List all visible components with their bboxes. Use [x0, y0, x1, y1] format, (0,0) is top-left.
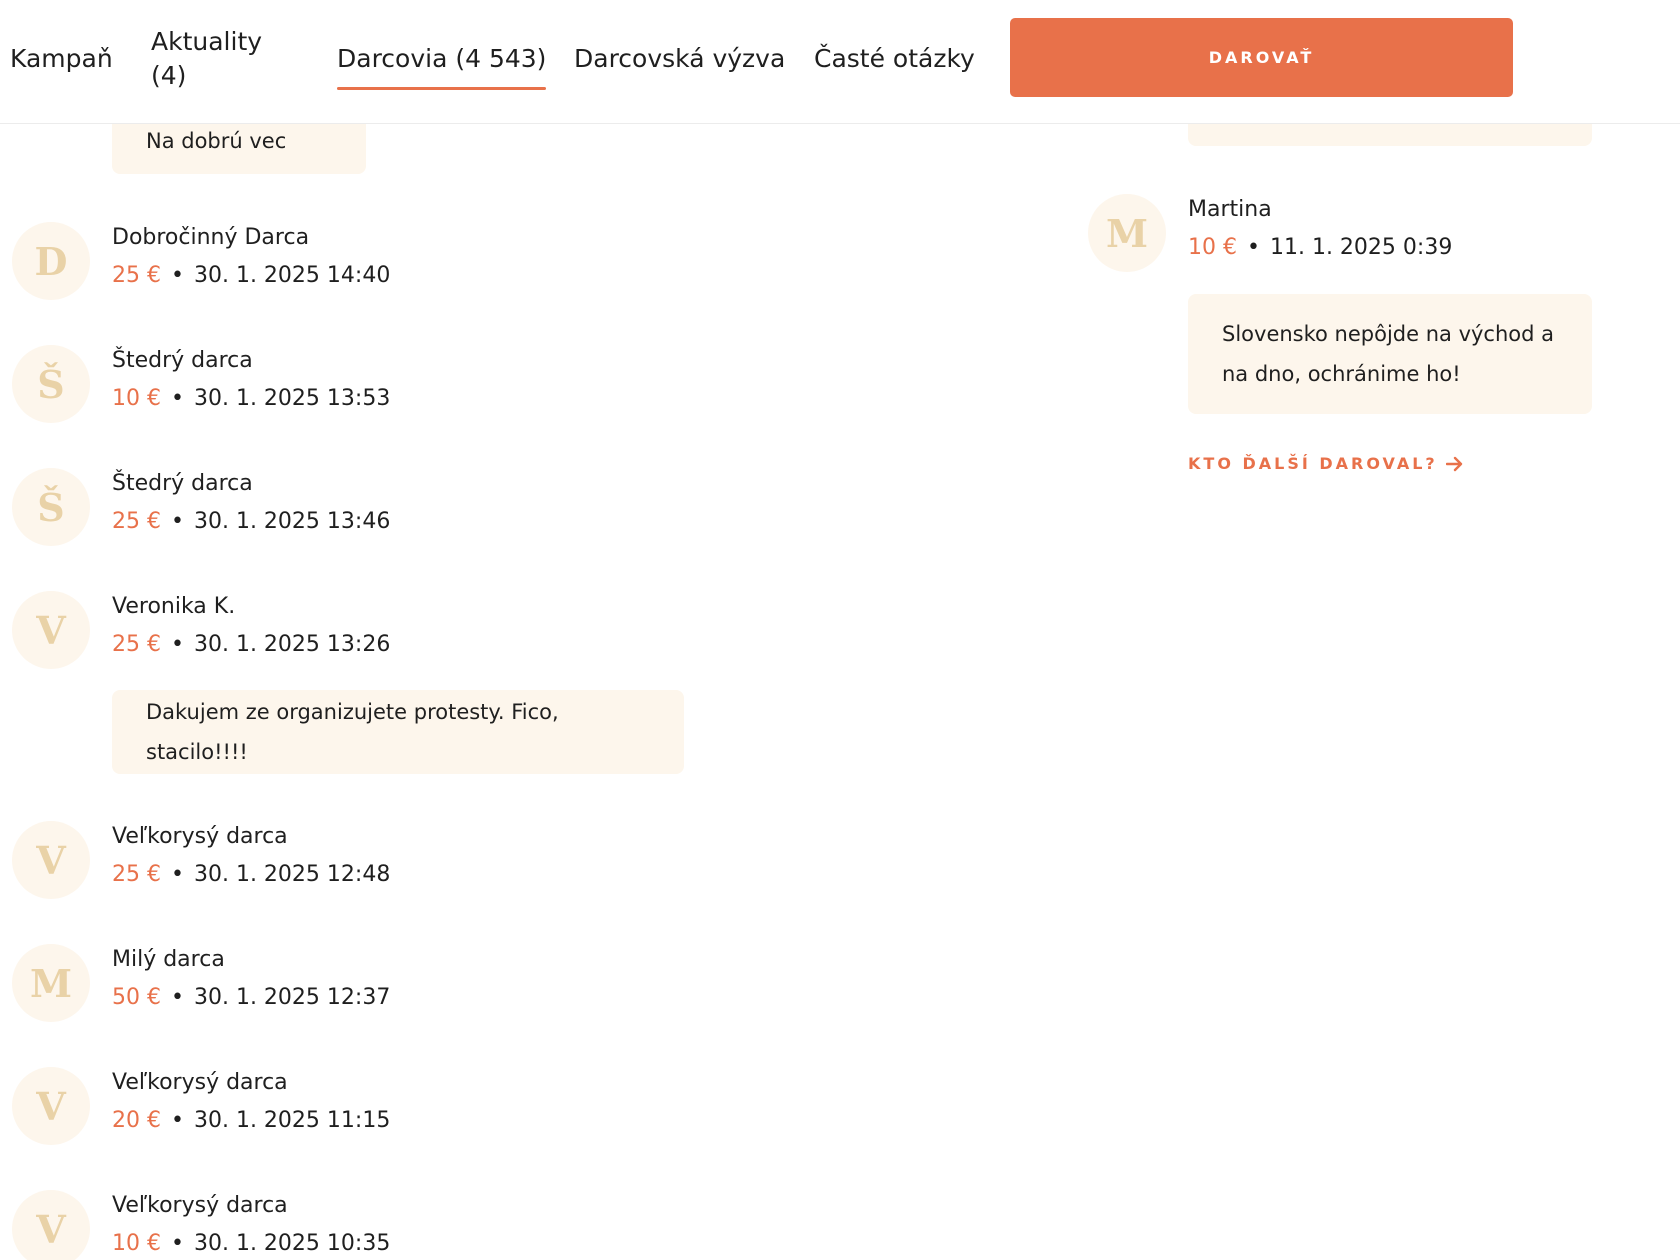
donation-date: 30. 1. 2025 13:53: [193, 386, 391, 411]
separator-dot: •: [170, 509, 184, 534]
donor-meta: 10 € • 30. 1. 2025 10:35: [112, 1229, 390, 1259]
donor-avatar: V: [12, 591, 90, 669]
separator-dot: •: [170, 632, 184, 657]
donor-meta: 25 € • 30. 1. 2025 13:26: [112, 630, 390, 660]
separator-dot: •: [170, 1231, 184, 1256]
donation-amount: 25 €: [112, 862, 161, 887]
separator-dot: •: [170, 263, 184, 288]
separator-dot: •: [170, 386, 184, 411]
arrow-right-icon: [1445, 456, 1462, 471]
donor-meta: 25 € • 30. 1. 2025 13:46: [112, 507, 390, 537]
tab-darcovia[interactable]: Darcovia (4 543): [337, 42, 547, 90]
donor-name: Milý darca: [112, 947, 225, 972]
donation-date: 30. 1. 2025 12:37: [193, 985, 391, 1010]
donor-item: V Veľkorysý darca 20 € • 30. 1. 2025 11:15: [12, 1067, 712, 1157]
donor-message-text: Dakujem ze organizujete protesty. Fico, …: [146, 700, 559, 764]
donation-amount: 10 €: [112, 386, 161, 411]
donation-amount: 25 €: [112, 509, 161, 534]
donor-message-bubble: Slovensko nepôjde na východ a na dno, oc…: [1188, 294, 1592, 414]
donor-name: Martina: [1188, 197, 1272, 222]
donor-meta: 50 € • 30. 1. 2025 12:37: [112, 983, 390, 1013]
donor-meta: 10 € • 11. 1. 2025 0:39: [1188, 233, 1452, 263]
donor-name: Veľkorysý darca: [112, 1193, 288, 1218]
donor-meta: 20 € • 30. 1. 2025 11:15: [112, 1106, 390, 1136]
donation-date: 30. 1. 2025 14:40: [193, 263, 391, 288]
donor-name: Veronika K.: [112, 594, 236, 619]
tab-aktuality[interactable]: Aktuality (4): [151, 25, 269, 93]
donor-meta: 10 € • 30. 1. 2025 13:53: [112, 384, 390, 414]
donation-date: 30. 1. 2025 12:48: [193, 862, 391, 887]
campaign-tabs-bar: Kampaň Aktuality (4) Darcovia (4 543) Da…: [0, 0, 1680, 124]
separator-dot: •: [170, 1108, 184, 1133]
donor-item: Š Štedrý darca 25 € • 30. 1. 2025 13:46: [12, 468, 712, 558]
more-donors-link[interactable]: KTO ĎALŠÍ DAROVAL?: [1188, 454, 1464, 473]
donation-amount: 20 €: [112, 1108, 161, 1133]
donation-amount: 10 €: [112, 1231, 161, 1256]
donor-avatar: M: [1088, 194, 1166, 272]
donation-amount: 10 €: [1188, 235, 1237, 260]
more-donors-label: KTO ĎALŠÍ DAROVAL?: [1188, 454, 1438, 473]
separator-dot: •: [1246, 235, 1260, 260]
donor-name: Dobročinný Darca: [112, 225, 310, 250]
donor-meta: 25 € • 30. 1. 2025 14:40: [112, 261, 390, 291]
donation-date: 30. 1. 2025 13:26: [193, 632, 391, 657]
donor-name: Veľkorysý darca: [112, 1070, 288, 1095]
donation-date: 30. 1. 2025 10:35: [193, 1231, 391, 1256]
tab-darcovska-vyzva[interactable]: Darcovská výzva: [574, 42, 785, 76]
donor-avatar: Š: [12, 345, 90, 423]
donor-item: V Veronika K. 25 € • 30. 1. 2025 13:26: [12, 591, 712, 681]
donor-name: Veľkorysý darca: [112, 824, 288, 849]
donor-avatar: V: [12, 1067, 90, 1145]
donation-date: 11. 1. 2025 0:39: [1269, 235, 1453, 260]
donor-item: V Veľkorysý darca 10 € • 30. 1. 2025 10:35: [12, 1190, 712, 1260]
donation-date: 30. 1. 2025 11:15: [193, 1108, 391, 1133]
donor-avatar: V: [12, 1190, 90, 1260]
tab-caste-otazky[interactable]: Časté otázky: [814, 42, 975, 76]
donor-avatar: V: [12, 821, 90, 899]
donor-message-text: Na dobrú vec: [146, 129, 287, 153]
donor-avatar: Š: [12, 468, 90, 546]
donation-amount: 50 €: [112, 985, 161, 1010]
donor-avatar: M: [12, 944, 90, 1022]
donate-button[interactable]: DAROVAŤ: [1010, 18, 1513, 97]
donation-date: 30. 1. 2025 13:46: [193, 509, 391, 534]
donor-message-line: na dno, ochránime ho!: [1222, 362, 1461, 386]
donor-item: D Dobročinný Darca 25 € • 30. 1. 2025 14:4…: [12, 222, 712, 312]
donor-avatar: D: [12, 222, 90, 300]
tab-kampan[interactable]: Kampaň: [10, 42, 113, 76]
donor-item: M Martina 10 € • 11. 1. 2025 0:39: [1088, 194, 1680, 284]
donation-amount: 25 €: [112, 632, 161, 657]
separator-dot: •: [170, 985, 184, 1010]
donor-name: Štedrý darca: [112, 471, 253, 496]
donors-feed: Na dobrú vec D Dobročinný Darca 25 € • 30.…: [0, 0, 1680, 1260]
donor-message-line: Slovensko nepôjde na východ a: [1222, 322, 1555, 346]
donor-item: V Veľkorysý darca 25 € • 30. 1. 2025 12:48: [12, 821, 712, 911]
donor-name: Štedrý darca: [112, 348, 253, 373]
separator-dot: •: [170, 862, 184, 887]
donor-message-bubble: Dakujem ze organizujete protesty. Fico, …: [112, 690, 684, 774]
donor-item: Š Štedrý darca 10 € • 30. 1. 2025 13:53: [12, 345, 712, 435]
donor-meta: 25 € • 30. 1. 2025 12:48: [112, 860, 390, 890]
donor-item: M Milý darca 50 € • 30. 1. 2025 12:37: [12, 944, 712, 1034]
donation-amount: 25 €: [112, 263, 161, 288]
